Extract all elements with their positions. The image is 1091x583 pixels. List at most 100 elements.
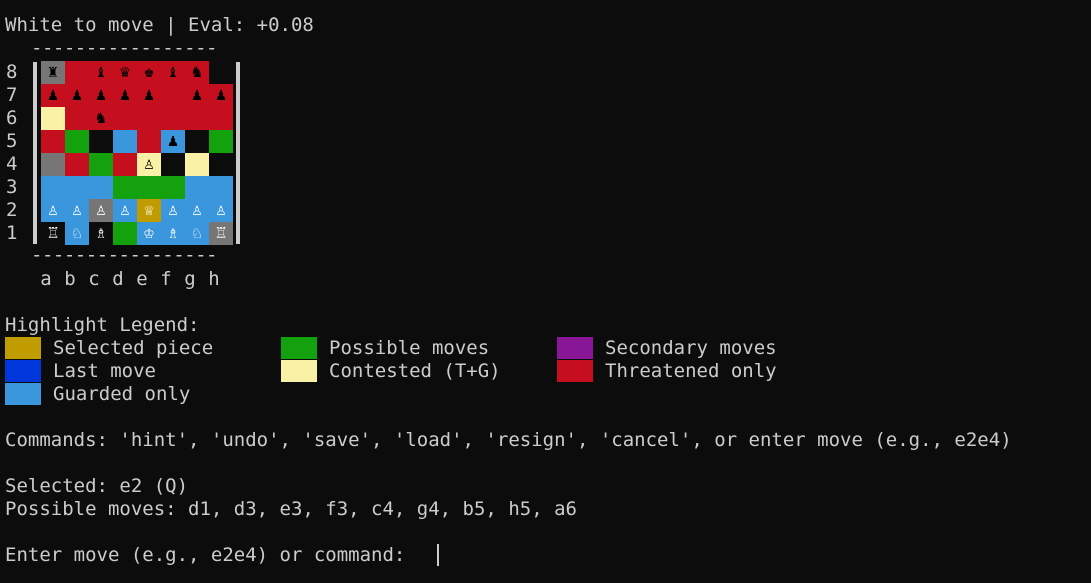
board-square-e4[interactable]: ♙	[137, 153, 161, 176]
board-square-c3[interactable]	[89, 176, 113, 199]
board-square-g1[interactable]: ♘	[185, 222, 209, 245]
board-square-h6[interactable]	[209, 107, 233, 130]
board-square-e8[interactable]: ♚	[137, 61, 161, 84]
board-square-e5[interactable]	[137, 130, 161, 153]
chess-piece[interactable]: ♙	[192, 202, 202, 219]
chess-piece[interactable]: ♙	[144, 156, 154, 173]
chess-piece[interactable]: ♙	[48, 202, 58, 219]
chess-piece[interactable]: ♟	[72, 87, 82, 104]
board-square-g4[interactable]	[185, 153, 209, 176]
board-square-g6[interactable]	[185, 107, 209, 130]
board-square-b3[interactable]	[65, 176, 89, 199]
board-square-h1[interactable]: ♖	[209, 222, 233, 245]
board-square-c2[interactable]: ♙	[89, 199, 113, 222]
board-square-f6[interactable]	[161, 107, 185, 130]
chess-piece[interactable]: ♝	[96, 64, 106, 81]
board-square-a6[interactable]	[41, 107, 65, 130]
board-square-c5[interactable]	[89, 130, 113, 153]
board-square-b8[interactable]	[65, 61, 89, 84]
board-square-h2[interactable]: ♙	[209, 199, 233, 222]
chess-piece[interactable]: ♜	[48, 64, 58, 81]
board-square-h5[interactable]	[209, 130, 233, 153]
board-square-f1[interactable]: ♗	[161, 222, 185, 245]
board-square-a7[interactable]: ♟	[41, 84, 65, 107]
file-label: e	[136, 268, 148, 290]
board-square-c6[interactable]: ♞	[89, 107, 113, 130]
board-square-d7[interactable]: ♟	[113, 84, 137, 107]
board-square-b6[interactable]	[65, 107, 89, 130]
board-square-b5[interactable]	[65, 130, 89, 153]
chess-piece[interactable]: ♙	[168, 202, 178, 219]
chess-piece[interactable]: ♖	[48, 225, 58, 242]
board-square-e1[interactable]: ♔	[137, 222, 161, 245]
board-square-f5[interactable]: ♟	[161, 130, 185, 153]
board-square-h8[interactable]	[209, 61, 233, 84]
board-square-d4[interactable]	[113, 153, 137, 176]
chess-piece[interactable]: ♛	[120, 64, 130, 81]
board-square-a2[interactable]: ♙	[41, 199, 65, 222]
chess-piece[interactable]: ♘	[192, 225, 202, 242]
board-square-e6[interactable]	[137, 107, 161, 130]
board-square-f7[interactable]	[161, 84, 185, 107]
board-square-a3[interactable]	[41, 176, 65, 199]
chess-piece[interactable]: ♞	[96, 110, 106, 127]
board-square-d3[interactable]	[113, 176, 137, 199]
board-square-c4[interactable]	[89, 153, 113, 176]
board-square-a5[interactable]	[41, 130, 65, 153]
board-square-f8[interactable]: ♝	[161, 61, 185, 84]
board-square-d5[interactable]	[113, 130, 137, 153]
chess-piece[interactable]: ♟	[192, 87, 202, 104]
board-square-e2[interactable]: ♕	[137, 199, 161, 222]
board-square-b7[interactable]: ♟	[65, 84, 89, 107]
command-prompt[interactable]: Enter move (e.g., e2e4) or command:	[5, 544, 417, 567]
board-square-b4[interactable]	[65, 153, 89, 176]
chess-piece[interactable]: ♔	[144, 225, 154, 242]
chess-piece[interactable]: ♞	[192, 64, 202, 81]
board-square-e7[interactable]: ♟	[137, 84, 161, 107]
board-square-c1[interactable]: ♗	[89, 222, 113, 245]
board-square-a8[interactable]: ♜	[41, 61, 65, 84]
chess-piece[interactable]: ♝	[168, 64, 178, 81]
board-square-b1[interactable]: ♘	[65, 222, 89, 245]
chess-piece[interactable]: ♟	[168, 133, 178, 150]
chess-piece[interactable]: ♗	[96, 225, 106, 242]
board-square-d8[interactable]: ♛	[113, 61, 137, 84]
chess-piece[interactable]: ♟	[216, 87, 226, 104]
board-square-d2[interactable]: ♙	[113, 199, 137, 222]
board-square-b2[interactable]: ♙	[65, 199, 89, 222]
board-square-a4[interactable]	[41, 153, 65, 176]
chess-piece[interactable]: ♟	[144, 87, 154, 104]
board-square-g2[interactable]: ♙	[185, 199, 209, 222]
board-square-d1[interactable]	[113, 222, 137, 245]
chess-board[interactable]: ♜ ♝ ♛ ♚ ♝ ♞ ♟ ♟ ♟ ♟ ♟ ♟ ♟ ♞ ♟ ♙ ♙ ♙ ♙ ♙ ♕ ♙ ♙ ♙ ♖ ♘ ♗ ♔ ♗ ♘ ♖	[41, 61, 233, 245]
board-square-f2[interactable]: ♙	[161, 199, 185, 222]
board-square-f4[interactable]	[161, 153, 185, 176]
text-cursor[interactable]	[437, 544, 439, 566]
chess-piece[interactable]: ♙	[72, 202, 82, 219]
board-square-h4[interactable]	[209, 153, 233, 176]
chess-piece[interactable]: ♟	[96, 87, 106, 104]
board-square-g8[interactable]: ♞	[185, 61, 209, 84]
board-square-g5[interactable]	[185, 130, 209, 153]
chess-piece[interactable]: ♙	[216, 202, 226, 219]
chess-piece[interactable]: ♙	[96, 202, 106, 219]
chess-piece[interactable]: ♖	[216, 225, 226, 242]
board-square-h7[interactable]: ♟	[209, 84, 233, 107]
chess-piece[interactable]: ♚	[144, 64, 154, 81]
board-square-a1[interactable]: ♖	[41, 222, 65, 245]
board-square-g3[interactable]	[185, 176, 209, 199]
board-square-e3[interactable]	[137, 176, 161, 199]
board-square-g7[interactable]: ♟	[185, 84, 209, 107]
board-square-f3[interactable]	[161, 176, 185, 199]
chess-piece[interactable]: ♘	[72, 225, 82, 242]
chess-piece[interactable]: ♗	[168, 225, 178, 242]
board-square-c7[interactable]: ♟	[89, 84, 113, 107]
board-square-c8[interactable]: ♝	[89, 61, 113, 84]
legend-label-possible: Possible moves	[329, 337, 490, 359]
board-square-d6[interactable]	[113, 107, 137, 130]
chess-piece[interactable]: ♙	[120, 202, 130, 219]
board-square-h3[interactable]	[209, 176, 233, 199]
chess-piece[interactable]: ♟	[120, 87, 130, 104]
chess-piece[interactable]: ♟	[48, 87, 58, 104]
chess-piece[interactable]: ♕	[144, 202, 154, 219]
